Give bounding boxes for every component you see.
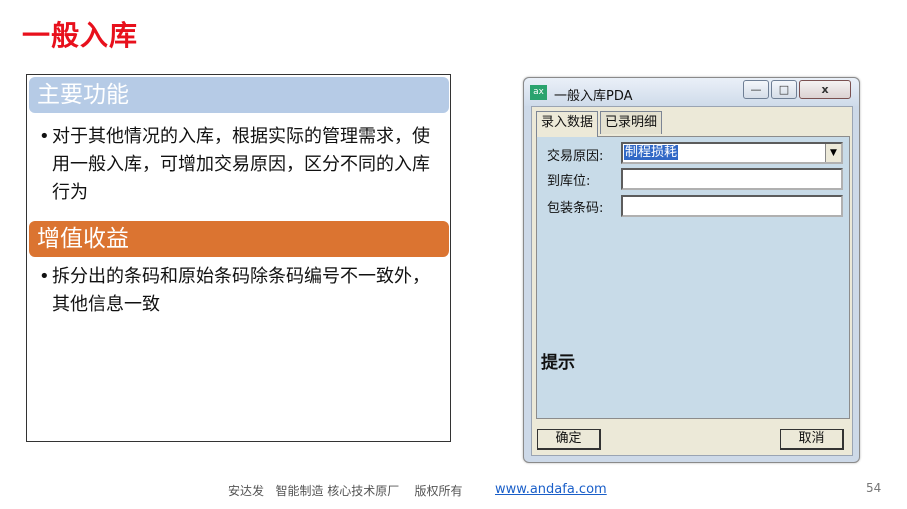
content-box: 主要功能 • 对于其他情况的入库，根据实际的管理需求，使用一般入库，可增加交易原… [26,74,451,442]
reason-label: 交易原因: [547,149,604,164]
chevron-down-icon[interactable]: ▼ [825,144,841,162]
close-button[interactable]: x [799,80,851,99]
footer-text: 安达发 智能制造 核心技术原厂 版权所有 [228,484,463,498]
minimize-button[interactable]: — [743,80,769,99]
window-title: 一般入库PDA [554,89,633,104]
section-heading-main-functions: 主要功能 [29,77,449,113]
barcode-label: 包装条码: [547,201,604,216]
window-titlebar[interactable]: ax 一般入库PDA — □ x [524,78,859,106]
bullet-main-functions: • 对于其他情况的入库，根据实际的管理需求，使用一般入库，可增加交易原因，区分不… [39,123,444,207]
bullet-value-added: • 拆分出的条码和原始条码除条码编号不一致外，其他信息一致 [39,263,444,319]
bullet-text: 对于其他情况的入库，根据实际的管理需求，使用一般入库，可增加交易原因，区分不同的… [52,126,430,203]
location-label: 到库位: [547,174,591,189]
tab-panel: 交易原因: 制程损耗 ▼ 到库位: 包装条码: 提示 [536,136,850,419]
section-heading-value-added: 增值收益 [29,221,449,257]
barcode-input[interactable] [621,195,843,217]
pda-window: ax 一般入库PDA — □ x 录入数据 已录明细 交易原因: 制程损耗 ▼ … [523,77,860,463]
pda-frame: 录入数据 已录明细 交易原因: 制程损耗 ▼ 到库位: 包装条码: 提示 确定 … [531,106,853,456]
bullet-glyph: • [39,126,50,147]
bullet-text: 拆分出的条码和原始条码除条码编号不一致外，其他信息一致 [52,266,430,315]
bullet-glyph: • [39,266,50,287]
maximize-button[interactable]: □ [771,80,797,99]
tab-entry-data[interactable]: 录入数据 [536,111,599,137]
page-number: 54 [866,481,882,495]
app-icon: ax [530,85,547,100]
confirm-button[interactable]: 确定 [537,429,601,450]
reason-select[interactable]: 制程损耗 ▼ [621,142,843,164]
hint-label: 提示 [541,353,575,373]
slide-title: 一般入库 [22,19,139,52]
reason-value: 制程损耗 [624,145,679,160]
location-input[interactable] [621,168,843,190]
tab-recorded-details[interactable]: 已录明细 [600,111,663,134]
cancel-button[interactable]: 取消 [780,429,844,450]
footer-link[interactable]: www.andafa.com [495,482,607,497]
